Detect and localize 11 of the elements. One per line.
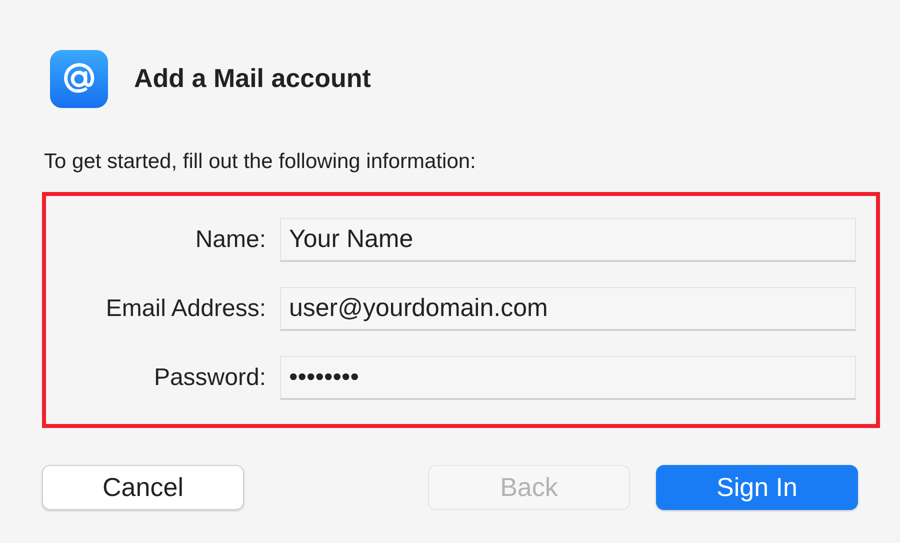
input-field[interactable]: user@yourdomain.com (280, 286, 856, 330)
input-field[interactable]: Your Name (280, 218, 856, 262)
at-sign-icon (50, 50, 108, 108)
dialog-button[interactable]: Cancel (42, 464, 244, 510)
primary-button[interactable]: Sign In (656, 464, 858, 510)
field-label: Name: (194, 224, 266, 254)
instructions-text: To get started, fill out the following information: (44, 149, 477, 175)
field-label: Email Address: (104, 294, 266, 324)
field-label: Password: (152, 362, 266, 392)
dialog-title: Add a Mail account (134, 63, 371, 95)
input-field[interactable]: •••••••• (280, 356, 856, 400)
